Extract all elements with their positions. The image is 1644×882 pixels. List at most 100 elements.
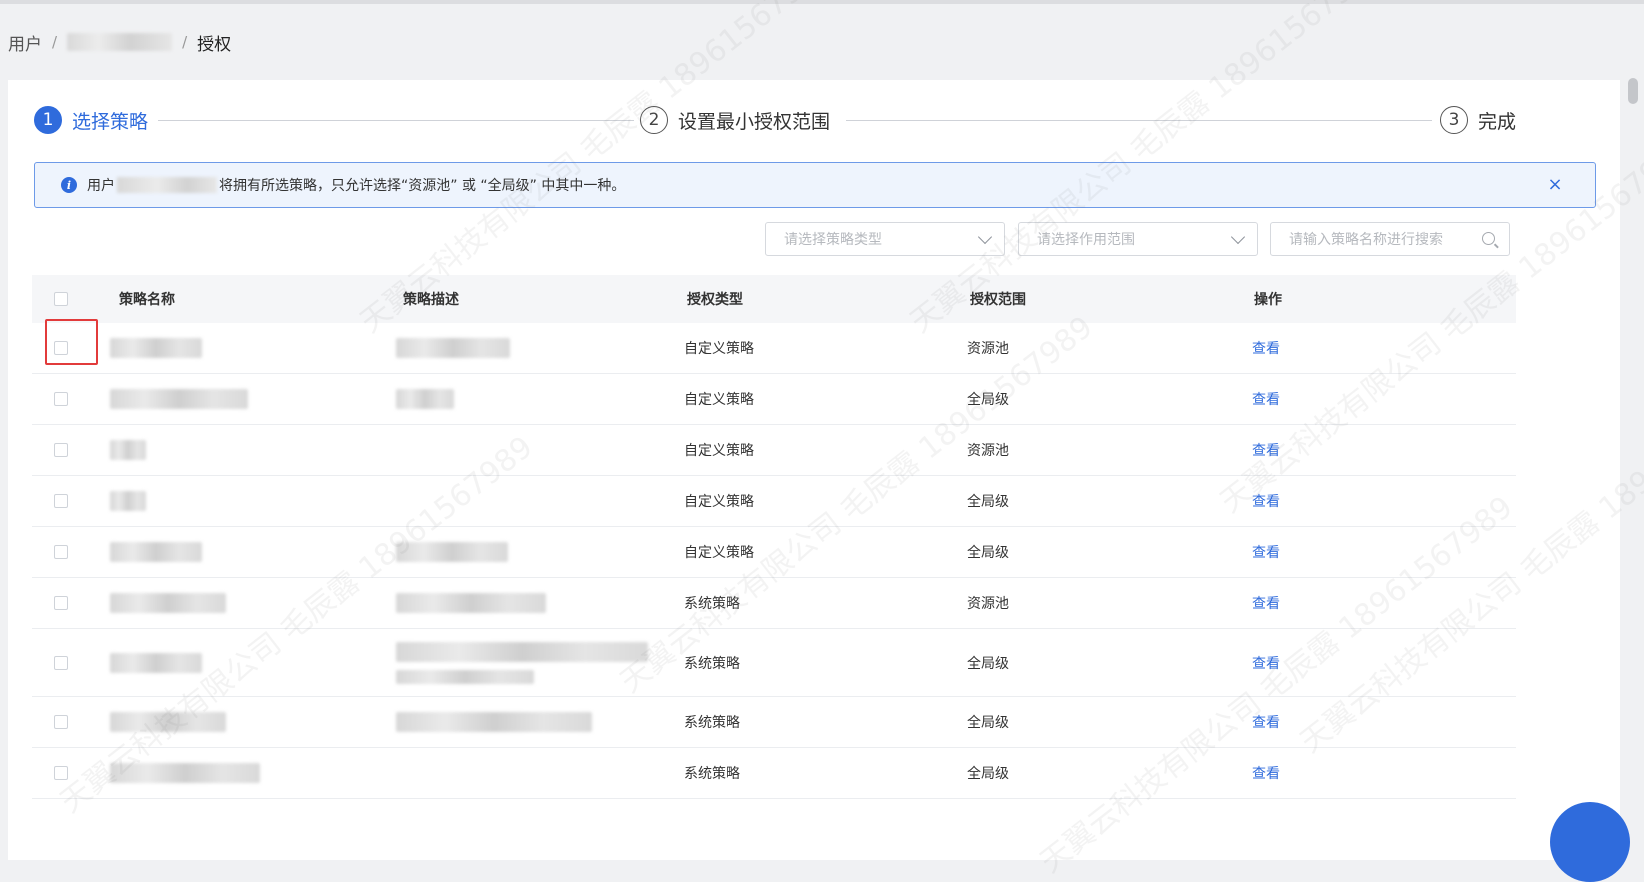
policy-type: 系统策略 [684, 766, 740, 782]
row-checkbox-cell [54, 748, 68, 798]
row-checkbox[interactable] [54, 341, 68, 355]
view-link[interactable]: 查看 [1252, 476, 1280, 526]
floating-action-button[interactable] [1550, 802, 1630, 882]
alert-prefix: 用户 [87, 178, 115, 194]
close-icon[interactable]: × [1545, 175, 1565, 195]
row-checkbox-cell [54, 697, 68, 747]
table-row: 系统策略 全局级 查看 [32, 697, 1516, 748]
step-select-policy: 1 选择策略 [34, 102, 148, 138]
row-checkbox[interactable] [54, 766, 68, 780]
row-checkbox-cell [54, 629, 68, 696]
breadcrumb: 用户 / / 授权 [8, 30, 231, 55]
policy-type: 系统策略 [684, 655, 740, 672]
policy-name-redacted [110, 629, 202, 696]
step-connector [846, 120, 1432, 121]
policy-name-redacted [110, 374, 248, 424]
row-checkbox-cell [54, 374, 68, 424]
row-checkbox[interactable] [54, 392, 68, 406]
policy-table: 策略名称 策略描述 授权类型 授权范围 操作 自定义策略 资源池 查看 自定义策… [32, 275, 1516, 799]
row-checkbox-cell [54, 476, 68, 526]
table-row: 系统策略 资源池 查看 [32, 578, 1516, 629]
view-link[interactable]: 查看 [1252, 527, 1280, 577]
policy-name-redacted [110, 527, 202, 577]
view-link[interactable]: 查看 [1252, 374, 1280, 424]
breadcrumb-root[interactable]: 用户 [8, 30, 42, 55]
row-checkbox[interactable] [54, 715, 68, 729]
policy-type: 自定义策略 [684, 545, 754, 561]
policy-desc-redacted [396, 323, 510, 373]
policy-name-redacted [110, 697, 226, 747]
info-icon: i [61, 177, 77, 193]
policy-type: 系统策略 [684, 596, 740, 612]
step-number: 3 [1440, 106, 1468, 134]
breadcrumb-separator: / [182, 33, 188, 51]
row-checkbox[interactable] [54, 494, 68, 508]
policy-scope: 全局级 [967, 766, 1009, 782]
policy-type: 自定义策略 [684, 494, 754, 510]
step-label: 设置最小授权范围 [678, 110, 831, 133]
row-checkbox[interactable] [54, 545, 68, 559]
alert-suffix: 将拥有所选策略，只允许选择“资源池” 或 “全局级” 中其中一种。 [219, 178, 626, 194]
row-checkbox[interactable] [54, 596, 68, 610]
table-row: 自定义策略 全局级 查看 [32, 527, 1516, 578]
header-name: 策略名称 [119, 292, 175, 308]
policy-type-placeholder: 请选择策略类型 [784, 232, 882, 248]
view-link[interactable]: 查看 [1252, 697, 1280, 747]
header-type: 授权类型 [687, 292, 743, 308]
info-alert: i 用户 将拥有所选策略，只允许选择“资源池” 或 “全局级” 中其中一种。 × [34, 162, 1596, 208]
view-link[interactable]: 查看 [1252, 629, 1280, 696]
table-row: 自定义策略 资源池 查看 [32, 425, 1516, 476]
select-all-checkbox[interactable] [54, 292, 68, 306]
row-checkbox-cell [54, 578, 68, 628]
policy-scope: 全局级 [967, 715, 1009, 731]
scope-select[interactable]: 请选择作用范围 [1018, 222, 1258, 256]
table-row: 自定义策略 资源池 查看 [32, 319, 1516, 374]
search-icon[interactable] [1482, 232, 1495, 245]
policy-desc-redacted [396, 527, 508, 577]
view-link[interactable]: 查看 [1252, 425, 1280, 475]
row-checkbox[interactable] [54, 443, 68, 457]
breadcrumb-user-redacted[interactable] [67, 33, 173, 51]
scope-placeholder: 请选择作用范围 [1037, 232, 1135, 248]
policy-type: 自定义策略 [684, 341, 754, 357]
row-checkbox[interactable] [54, 655, 68, 670]
table-row: 自定义策略 全局级 查看 [32, 374, 1516, 425]
policy-search-input[interactable]: 请输入策略名称进行搜索 [1270, 222, 1510, 256]
policy-name-redacted [110, 578, 226, 628]
row-checkbox-cell [54, 527, 68, 577]
alert-user-redacted [117, 177, 217, 193]
policy-desc-redacted [396, 578, 546, 628]
policy-name-redacted [110, 476, 146, 526]
highlight-annotation [45, 319, 98, 365]
view-link[interactable]: 查看 [1252, 578, 1280, 628]
step-complete: 3 完成 [1440, 102, 1516, 138]
chevron-down-icon [1230, 229, 1246, 245]
search-placeholder: 请输入策略名称进行搜索 [1289, 232, 1443, 248]
view-link[interactable]: 查看 [1252, 323, 1280, 373]
step-set-scope: 2 设置最小授权范围 [640, 102, 830, 138]
policy-desc-redacted [396, 629, 648, 696]
step-number: 1 [34, 106, 62, 134]
header-checkbox-cell [54, 275, 68, 323]
header-op: 操作 [1254, 292, 1282, 308]
chevron-down-icon [977, 229, 993, 245]
policy-name-redacted [110, 323, 202, 373]
header-desc: 策略描述 [403, 292, 459, 308]
policy-scope: 全局级 [967, 545, 1009, 561]
view-link[interactable]: 查看 [1252, 748, 1280, 798]
table-row: 系统策略 全局级 查看 [32, 748, 1516, 799]
policy-name-redacted [110, 425, 146, 475]
policy-scope: 资源池 [967, 443, 1009, 459]
step-label: 完成 [1478, 110, 1517, 133]
steps: 1 选择策略 2 设置最小授权范围 3 完成 [34, 102, 1596, 138]
policy-desc-redacted [396, 697, 592, 747]
scrollbar[interactable] [1628, 78, 1638, 104]
step-label: 选择策略 [72, 110, 149, 133]
policy-scope: 资源池 [967, 596, 1009, 612]
policy-scope: 全局级 [967, 655, 1009, 672]
policy-type-select[interactable]: 请选择策略类型 [765, 222, 1005, 256]
header-scope: 授权范围 [970, 292, 1026, 308]
policy-name-redacted [110, 748, 260, 798]
policy-scope: 资源池 [967, 341, 1009, 357]
policy-type: 自定义策略 [684, 392, 754, 408]
